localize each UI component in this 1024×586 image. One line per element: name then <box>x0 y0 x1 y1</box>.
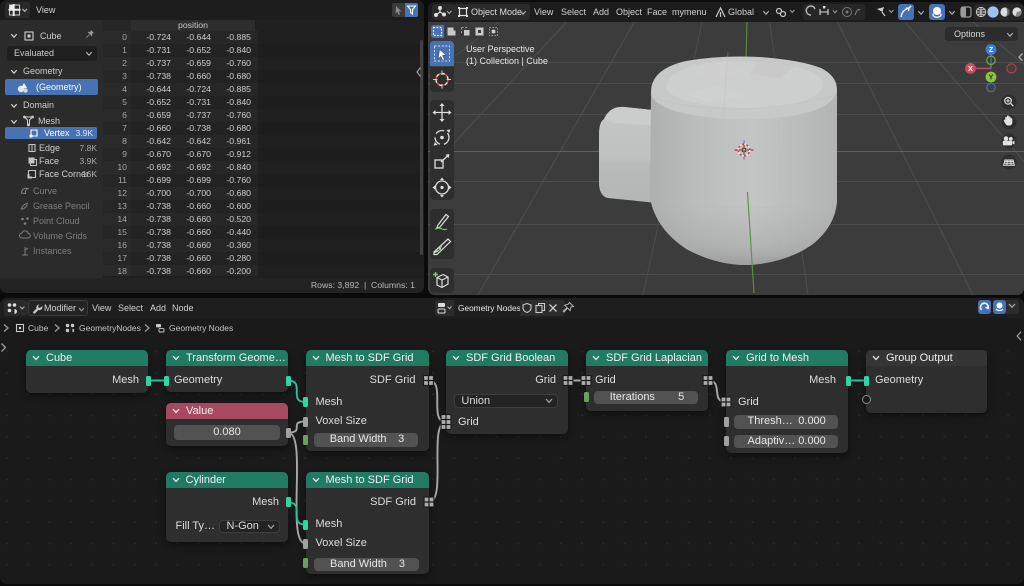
svg-text:Y: Y <box>989 75 994 82</box>
svg-text:X: X <box>968 66 973 73</box>
svg-text:Z: Z <box>989 47 994 54</box>
